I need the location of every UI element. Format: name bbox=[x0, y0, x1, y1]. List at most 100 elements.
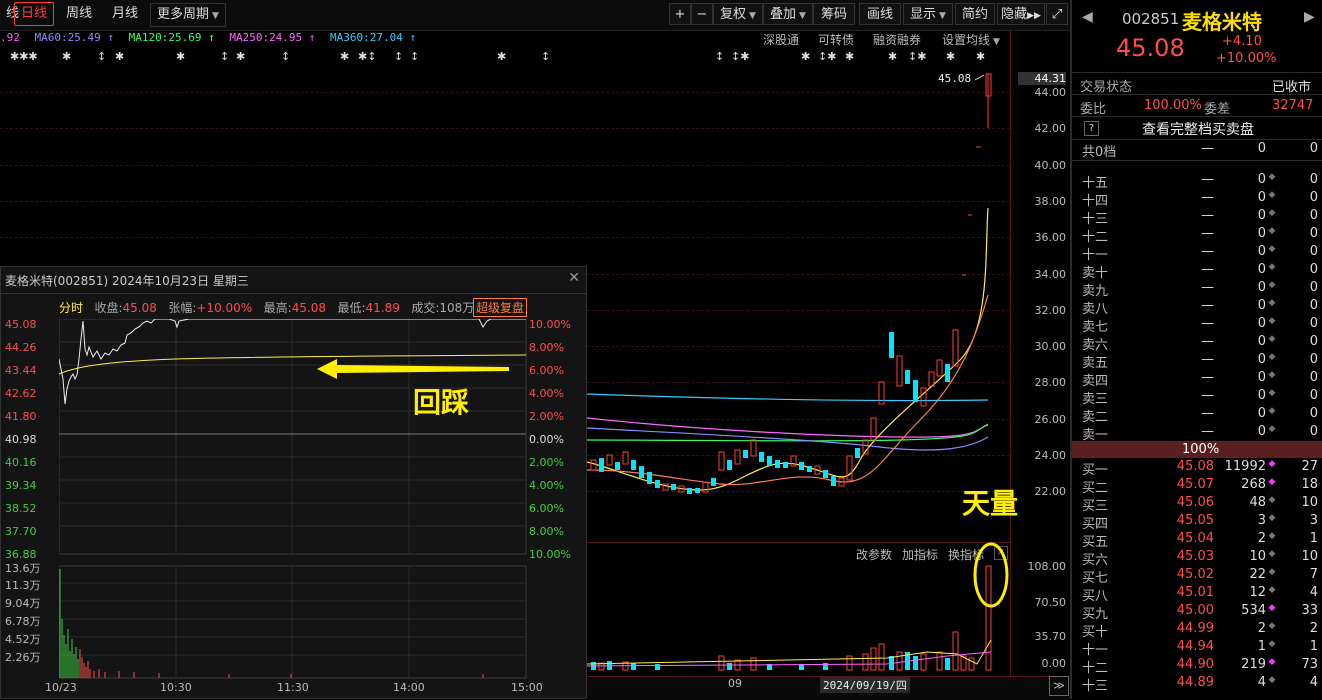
level-count: 4 bbox=[1309, 675, 1318, 690]
super-review-button[interactable]: 超级复盘 bbox=[473, 298, 528, 317]
pct-tick: 6.00% bbox=[529, 502, 564, 515]
candle bbox=[702, 481, 709, 493]
pct-tick: 4.00% bbox=[529, 479, 564, 492]
level-count: 0 bbox=[1309, 280, 1318, 295]
dot-icon: ◆ bbox=[1268, 585, 1276, 595]
ask-row: 十一 —0 ◆ 0 bbox=[1080, 244, 1320, 263]
level-volume: 0 bbox=[1257, 280, 1266, 295]
bid-row: 买七 45.02 22 ◆ 7 bbox=[1080, 567, 1320, 586]
level-volume: 268 bbox=[1241, 477, 1266, 492]
vol-bar bbox=[945, 658, 950, 670]
high-label: 最高: bbox=[263, 301, 292, 315]
prev-stock-icon[interactable]: ◀ bbox=[1082, 9, 1093, 25]
dot-icon: ◆ bbox=[1268, 675, 1276, 685]
candle bbox=[750, 439, 757, 457]
level-name: 卖七 bbox=[1082, 320, 1109, 335]
cursor-date: 2024/09/19/四 bbox=[820, 677, 910, 693]
scroll-right-icon[interactable]: ≫ bbox=[1049, 676, 1069, 696]
candle bbox=[711, 478, 716, 486]
level-price: — bbox=[1201, 406, 1214, 421]
level-price: — bbox=[1201, 172, 1214, 187]
month-label: 09 bbox=[728, 677, 742, 690]
vol-tick: 9.04万 bbox=[5, 597, 41, 610]
level-price: — bbox=[1201, 280, 1214, 295]
dot-icon: ◆ bbox=[1268, 567, 1276, 577]
vol-bar bbox=[750, 657, 757, 671]
bid-row: 买三 45.06 48 ◆ 10 bbox=[1080, 495, 1320, 514]
help-icon[interactable]: ? bbox=[1084, 121, 1099, 136]
level-volume: 10 bbox=[1249, 549, 1266, 564]
level-name: 卖十 bbox=[1082, 266, 1109, 281]
level-volume: 0 bbox=[1257, 406, 1266, 421]
bid-row: 买二 45.07 268 ◆ 18 bbox=[1080, 477, 1320, 496]
candle bbox=[952, 329, 959, 367]
level-volume: 22 bbox=[1249, 567, 1266, 582]
dot-icon: ◆ bbox=[1268, 495, 1276, 505]
stock-name: 麦格米特 bbox=[1182, 10, 1262, 34]
level-price: 44.89 bbox=[1176, 675, 1214, 690]
vol-bar bbox=[896, 651, 903, 671]
level-volume: 0 bbox=[1257, 334, 1266, 349]
dot-icon: ◆ bbox=[1268, 244, 1276, 254]
bid-row: 买九 45.00 534 ◆ 33 bbox=[1080, 603, 1320, 622]
vol-tick: 11.3万 bbox=[5, 579, 41, 592]
candle bbox=[831, 476, 836, 486]
level-count: 0 bbox=[1309, 298, 1318, 313]
level-volume: 0 bbox=[1257, 208, 1266, 223]
last-price: 45.08 bbox=[1116, 34, 1185, 62]
level-name: 卖二 bbox=[1082, 410, 1109, 425]
level-count: 18 bbox=[1301, 477, 1318, 492]
price-tick: 22.00 bbox=[1034, 485, 1067, 498]
pct-tick: 10.00% bbox=[529, 548, 571, 561]
price-tick: 40.16 bbox=[5, 456, 37, 469]
ma250-line bbox=[586, 417, 989, 438]
dot-icon: ◆ bbox=[1268, 621, 1276, 631]
candle bbox=[622, 451, 629, 465]
next-stock-icon[interactable]: ▶ bbox=[1304, 9, 1315, 25]
level-price: — bbox=[1201, 298, 1214, 313]
vol-tick: 108.00 bbox=[1027, 560, 1067, 573]
bid-diff-label: 委差 bbox=[1204, 102, 1231, 117]
level-name: 买八 bbox=[1082, 589, 1109, 604]
popup-info-row: 分时 收盘:45.08 张幅:+10.00% 最高:45.08 最低:41.89… bbox=[59, 299, 474, 316]
dot-icon: ◆ bbox=[1268, 208, 1276, 218]
vol-bar bbox=[718, 655, 725, 671]
level-count: 2 bbox=[1309, 621, 1318, 636]
ask-row: 十二 —0 ◆ 0 bbox=[1080, 226, 1320, 245]
ask-row: 卖八 —0 ◆ 0 bbox=[1080, 298, 1320, 317]
close-icon[interactable]: ✕ bbox=[568, 270, 580, 286]
price-tick: 28.00 bbox=[1034, 376, 1067, 389]
level-count: 0 bbox=[1309, 334, 1318, 349]
price-tick: 38.00 bbox=[1034, 195, 1067, 208]
level-name: 买一 bbox=[1082, 463, 1109, 478]
candle bbox=[606, 454, 613, 466]
level-count: 33 bbox=[1301, 603, 1318, 618]
full-book-link[interactable]: 查看完整档买卖盘 bbox=[1142, 119, 1254, 139]
fullscreen-icon[interactable]: ⤢ bbox=[1046, 3, 1068, 25]
level-count: 0 bbox=[1309, 244, 1318, 259]
pct-tick: 0.00% bbox=[529, 433, 564, 446]
level-count: 0 bbox=[1309, 388, 1318, 403]
total-count: 0 bbox=[1309, 141, 1318, 156]
candle bbox=[928, 371, 935, 387]
candle bbox=[631, 460, 636, 470]
mode-label[interactable]: 分时 bbox=[59, 301, 83, 315]
level-volume: 534 bbox=[1241, 603, 1266, 618]
level-volume: 2 bbox=[1257, 531, 1266, 546]
level-price: — bbox=[1201, 316, 1214, 331]
candle bbox=[936, 359, 943, 377]
divider bbox=[1072, 160, 1322, 161]
ask-row: 卖十 —0 ◆ 0 bbox=[1080, 262, 1320, 281]
pct-change: +10.00% bbox=[1216, 51, 1277, 66]
level-volume: 0 bbox=[1257, 226, 1266, 241]
level-volume: 0 bbox=[1257, 316, 1266, 331]
vol-bar bbox=[846, 655, 853, 671]
level-price: 45.07 bbox=[1176, 477, 1214, 492]
candle bbox=[647, 472, 652, 484]
pct-tick: 6.00% bbox=[529, 364, 564, 377]
candle bbox=[775, 460, 780, 468]
level-price: 45.04 bbox=[1176, 531, 1214, 546]
divider bbox=[1, 293, 586, 294]
level-volume: 0 bbox=[1257, 424, 1266, 439]
dot-icon: ◆ bbox=[1268, 513, 1276, 523]
